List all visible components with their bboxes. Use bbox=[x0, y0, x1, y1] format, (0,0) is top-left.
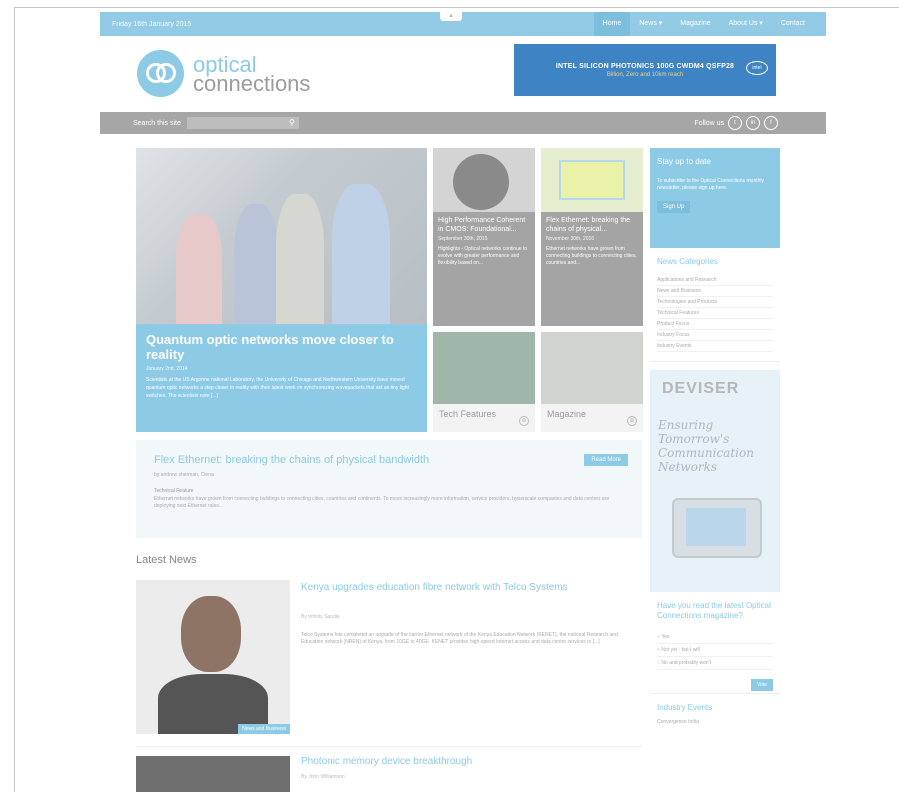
category-tile-magazine[interactable]: Magazine ⊕ bbox=[541, 332, 643, 432]
featured-title[interactable]: Flex Ethernet: breaking the chains of ph… bbox=[154, 454, 429, 466]
divider bbox=[136, 746, 642, 747]
news-image[interactable] bbox=[136, 756, 290, 792]
latest-news-heading: Latest News bbox=[136, 554, 197, 566]
header-ad-banner[interactable]: INTEL SILICON PHOTONICS 100G CWDM4 QSFP2… bbox=[514, 44, 776, 96]
hero-date: January 2nd, 2014 bbox=[146, 366, 188, 372]
nav-about-us[interactable]: About Us ▾ bbox=[720, 12, 772, 36]
test-device-image bbox=[672, 498, 762, 558]
category-tile-tech-features[interactable]: Tech Features ⊕ bbox=[433, 332, 535, 432]
tile-date: November 30th, 2016 bbox=[546, 236, 595, 242]
hero-photo bbox=[136, 148, 427, 324]
tech-features-image bbox=[433, 332, 535, 404]
intel-logo-icon: intel bbox=[746, 61, 768, 75]
ad-title: INTEL SILICON PHOTONICS 100G CWDM4 QSFP2… bbox=[555, 62, 735, 70]
top-bar: Friday 16th January 2015 ▲ Home News ▾ M… bbox=[100, 12, 826, 36]
tile-title[interactable]: Flex Ethernet: breaking the chains of ph… bbox=[546, 216, 638, 234]
events-title: Industry Events bbox=[657, 703, 713, 712]
poll-option[interactable]: ○ Yes bbox=[657, 631, 773, 644]
poll-question: Have you read the latest Optical Connect… bbox=[657, 601, 771, 620]
deviser-ad[interactable]: DEVISER Ensuring Tomorrow's Communicatio… bbox=[650, 370, 780, 592]
magazine-image bbox=[541, 332, 643, 404]
hero-title[interactable]: Quantum optic networks move closer to re… bbox=[146, 332, 417, 362]
story-tile-coherent[interactable]: High Performance Coherent in CMOS: Found… bbox=[433, 148, 535, 326]
category-link[interactable]: Applications and Research bbox=[657, 275, 773, 286]
ad-subtitle: Billion, Zero and 10km reach bbox=[606, 71, 684, 78]
hero-description: Scientists at the US Argonne national La… bbox=[146, 377, 409, 399]
news-categories: News Categories Applications and Researc… bbox=[650, 248, 780, 362]
news-title[interactable]: Kenya upgrades education fibre network w… bbox=[301, 582, 611, 594]
follow-label: Follow us bbox=[694, 119, 724, 127]
tile-title[interactable]: High Performance Coherent in CMOS: Found… bbox=[438, 216, 530, 234]
nav-contact[interactable]: Contact bbox=[772, 12, 814, 36]
search-icon[interactable]: ⚲ bbox=[289, 118, 295, 127]
category-link[interactable]: Industry Events bbox=[657, 341, 773, 352]
tile-image-diagram bbox=[541, 148, 643, 212]
poll-option[interactable]: ○ No and probably won't bbox=[657, 657, 773, 670]
search-bar: Search this site ⚲ Follow us t in f bbox=[100, 112, 826, 134]
category-link[interactable]: Technical Features bbox=[657, 308, 773, 319]
tile-text: Highlights - Optical networks continue t… bbox=[438, 246, 528, 266]
poll-option[interactable]: ○ Not yet - but I will bbox=[657, 644, 773, 657]
deviser-logo: DEVISER bbox=[662, 380, 740, 397]
tile-date: September 30th, 2015 bbox=[438, 236, 488, 242]
main-content: Quantum optic networks move closer to re… bbox=[100, 134, 826, 792]
featured-author: by andrew sherman, Ciena bbox=[154, 472, 214, 478]
logo-word-connections: connections bbox=[193, 70, 311, 96]
linkedin-icon[interactable]: in bbox=[746, 116, 760, 130]
plus-circle-icon[interactable]: ⊕ bbox=[627, 416, 637, 426]
cta-title: Stay up to date bbox=[657, 157, 711, 166]
news-image[interactable]: News and Business bbox=[136, 580, 290, 734]
toggle-tab[interactable]: ▲ bbox=[440, 12, 462, 21]
logo-rings-icon bbox=[137, 50, 184, 97]
main-nav: Home News ▾ Magazine About Us ▾ Contact bbox=[593, 12, 814, 36]
category-link[interactable]: News and Business bbox=[657, 286, 773, 297]
website: Friday 16th January 2015 ▲ Home News ▾ M… bbox=[100, 12, 826, 792]
nav-magazine[interactable]: Magazine bbox=[671, 12, 719, 36]
category-link[interactable]: Product Focus bbox=[657, 319, 773, 330]
nav-news[interactable]: News ▾ bbox=[630, 12, 671, 36]
site-header: optical connections INTEL SILICON PHOTON… bbox=[100, 36, 826, 112]
facebook-icon[interactable]: f bbox=[764, 116, 778, 130]
deviser-tagline: Ensuring Tomorrow's Communication Networ… bbox=[658, 418, 754, 474]
tile-text: Ethernet networks have grown from connec… bbox=[546, 246, 637, 266]
category-link[interactable]: Technologies and Products bbox=[657, 297, 773, 308]
vote-button[interactable]: Vote bbox=[750, 679, 773, 691]
featured-description: Ethernet networks have grown from connec… bbox=[154, 496, 610, 509]
news-author: By John Williamson bbox=[301, 774, 345, 780]
browser-page: Friday 16th January 2015 ▲ Home News ▾ M… bbox=[14, 7, 899, 792]
featured-article: Flex Ethernet: breaking the chains of ph… bbox=[136, 440, 642, 538]
event-link[interactable]: Convergence India bbox=[657, 719, 773, 725]
news-description: Telco Systems has completed an upgrade o… bbox=[301, 632, 618, 645]
read-more-button[interactable]: Read More bbox=[584, 454, 628, 466]
plus-circle-icon[interactable]: ⊕ bbox=[519, 416, 529, 426]
newsletter-cta: Stay up to date To subscribe to the Opti… bbox=[650, 148, 780, 248]
news-author: By Infinity Sandle bbox=[301, 614, 340, 620]
hero-story[interactable]: Quantum optic networks move closer to re… bbox=[136, 148, 427, 432]
tile-image-gauge bbox=[433, 148, 535, 212]
categories-title: News Categories bbox=[657, 257, 718, 266]
search-label: Search this site bbox=[133, 119, 181, 127]
cta-text: To subscribe to the Optical Connections … bbox=[657, 178, 764, 191]
news-title[interactable]: Photonic memory device breakthrough bbox=[301, 756, 611, 768]
news-category-badge[interactable]: News and Business bbox=[238, 724, 290, 734]
current-date: Friday 16th January 2015 bbox=[112, 20, 192, 28]
featured-category[interactable]: Technical Feature bbox=[154, 488, 193, 494]
category-link[interactable]: Industry Focus bbox=[657, 330, 773, 341]
nav-home[interactable]: Home bbox=[593, 12, 631, 36]
story-tile-flex-ethernet[interactable]: Flex Ethernet: breaking the chains of ph… bbox=[541, 148, 643, 326]
search-input[interactable]: ⚲ bbox=[186, 117, 299, 129]
sign-up-button[interactable]: Sign Up bbox=[657, 201, 691, 213]
follow-us: Follow us t in f bbox=[694, 116, 778, 130]
reader-poll: Have you read the latest Optical Connect… bbox=[650, 592, 780, 691]
site-logo[interactable]: optical connections bbox=[137, 50, 310, 97]
twitter-icon[interactable]: t bbox=[728, 116, 742, 130]
sidebar: Stay up to date To subscribe to the Opti… bbox=[650, 148, 780, 734]
industry-events: Industry Events Convergence India bbox=[650, 693, 780, 734]
